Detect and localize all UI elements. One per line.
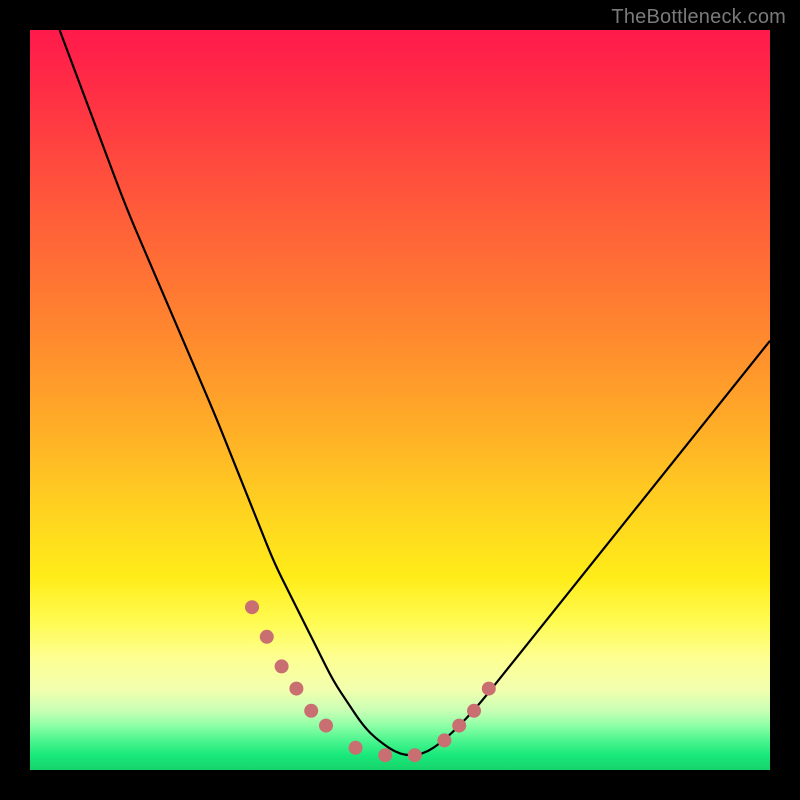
chart-frame: TheBottleneck.com (0, 0, 800, 800)
bottleneck-curve (60, 30, 770, 755)
marker-dot (452, 719, 466, 733)
plot-area (30, 30, 770, 770)
marker-dot (349, 741, 363, 755)
marker-dot (408, 748, 422, 762)
watermark-text: TheBottleneck.com (611, 6, 786, 29)
marker-dot (304, 704, 318, 718)
highlight-markers (245, 600, 496, 762)
marker-dot (482, 682, 496, 696)
curve-path (60, 30, 770, 755)
marker-dot (289, 682, 303, 696)
chart-svg (30, 30, 770, 770)
marker-dot (260, 630, 274, 644)
marker-dot (437, 733, 451, 747)
marker-dot (275, 659, 289, 673)
marker-dot (319, 719, 333, 733)
marker-dot (378, 748, 392, 762)
marker-dot (245, 600, 259, 614)
marker-dot (467, 704, 481, 718)
